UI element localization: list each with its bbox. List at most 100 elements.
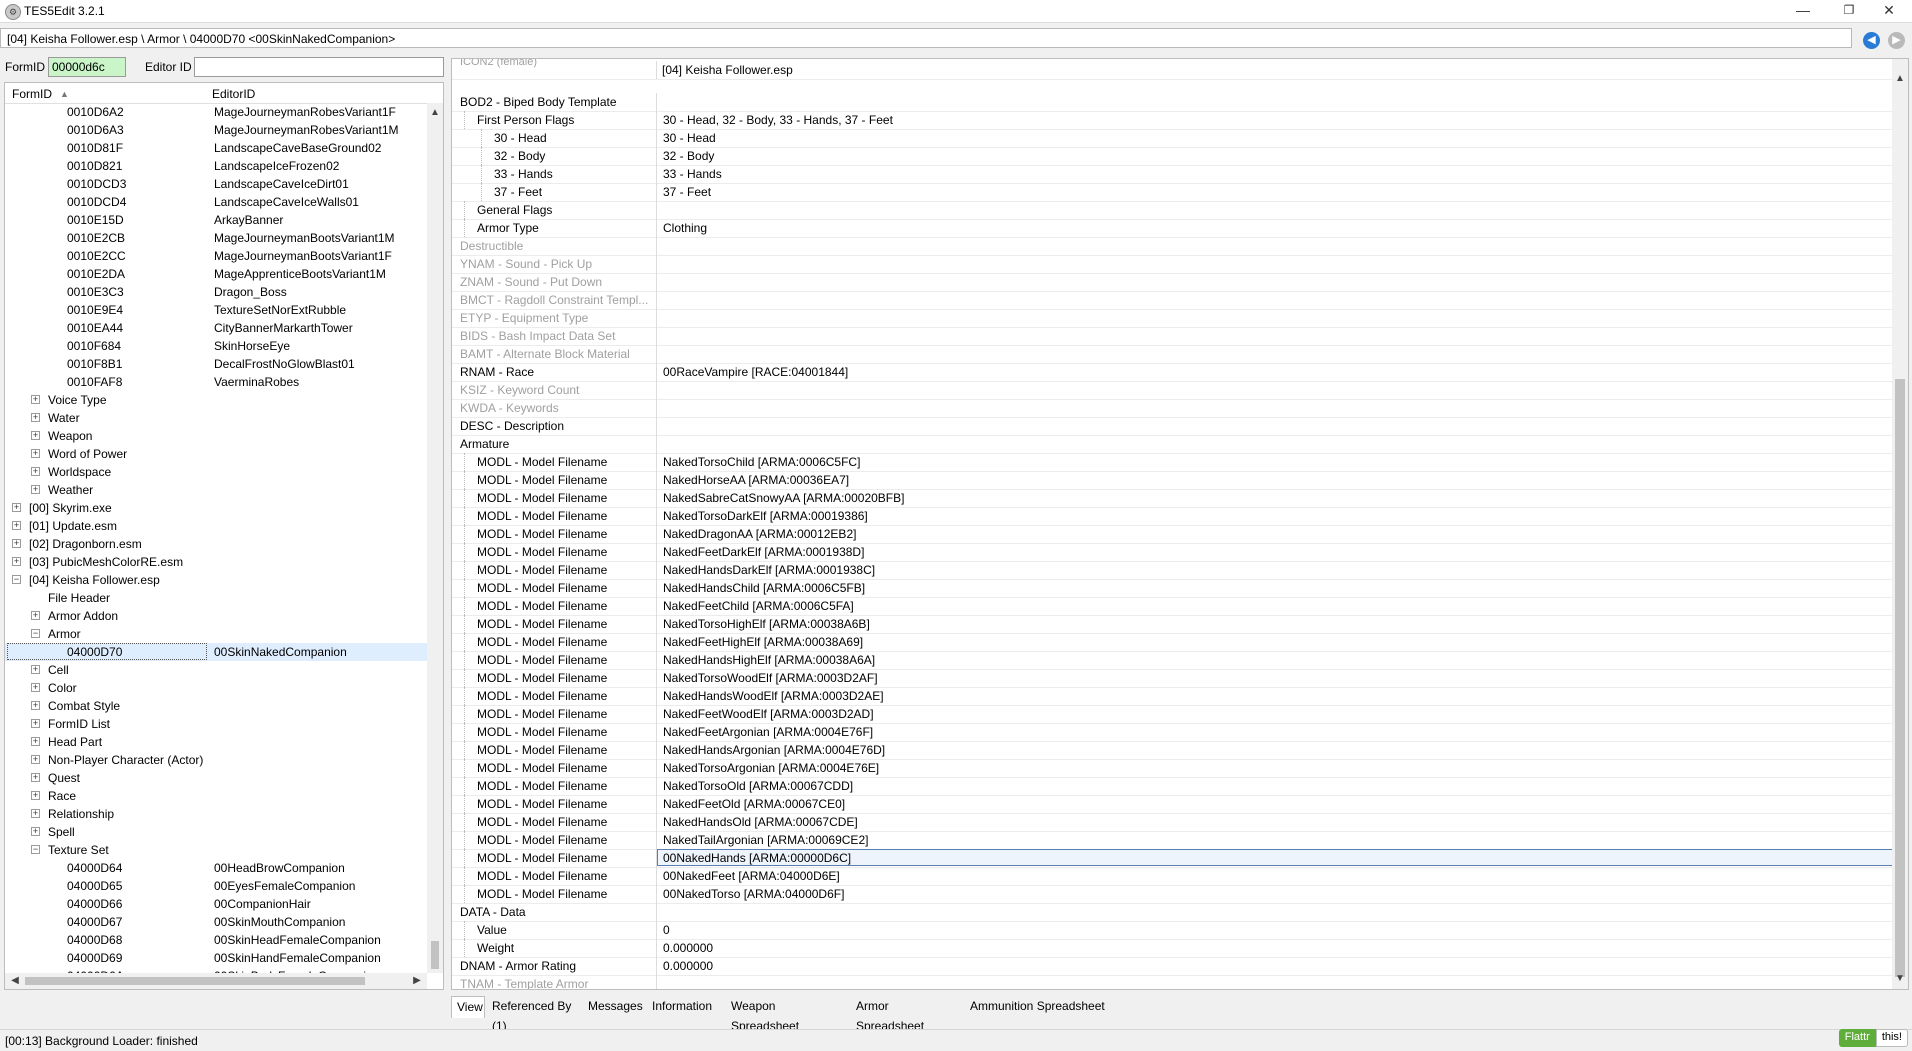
tab-messages[interactable]: Messages xyxy=(583,996,645,1018)
field-value[interactable]: NakedTorsoWoodElf [ARMA:0003D2AF] xyxy=(663,669,878,687)
tree-group-node[interactable]: + Water xyxy=(5,409,430,427)
field-value[interactable]: NakedHandsOld [ARMA:00067CDE] xyxy=(663,813,858,831)
field-value[interactable]: NakedTorsoArgonian [ARMA:0004E76E] xyxy=(663,759,879,777)
field-value[interactable]: NakedTorsoHighElf [ARMA:00038A6B] xyxy=(663,615,870,633)
record-field-row[interactable]: MODL - Model Filename NakedDragonAA [ARMA… xyxy=(452,525,1892,544)
tree-record-row[interactable]: 0010D6A3 MageJourneymanRobesVariant1M xyxy=(5,121,430,139)
field-value[interactable]: NakedFeetWoodElf [ARMA:0003D2AD] xyxy=(663,705,874,723)
record-field-row[interactable]: MODL - Model Filename NakedHorseAA [ARMA:… xyxy=(452,471,1892,490)
record-field-row[interactable]: Armature xyxy=(452,435,1892,454)
field-value[interactable]: 30 - Head, 32 - Body, 33 - Hands, 37 - F… xyxy=(663,111,893,129)
record-scroll-up-icon[interactable]: ▲ xyxy=(1892,73,1908,84)
record-field-row[interactable]: MODL - Model Filename NakedFeetOld [ARMA:… xyxy=(452,795,1892,814)
tab-information[interactable]: Information xyxy=(647,996,724,1018)
field-value[interactable]: 32 - Body xyxy=(663,147,714,165)
tree-group-node[interactable]: + Color xyxy=(5,679,430,697)
expand-icon[interactable]: + xyxy=(31,395,40,404)
field-value[interactable]: NakedTorsoChild [ARMA:0006C5FC] xyxy=(663,453,860,471)
expand-icon[interactable]: + xyxy=(31,611,40,620)
record-tree[interactable]: FormID ▲ EditorID 0010D6A2 MageJourneyman… xyxy=(4,82,444,990)
record-field-row[interactable]: YNAM - Sound - Pick Up xyxy=(452,255,1892,274)
tree-group-node[interactable]: + Weapon xyxy=(5,427,430,445)
scroll-right-icon[interactable]: ▶ xyxy=(409,975,425,986)
record-field-row[interactable]: MODL - Model Filename NakedSabreCatSnowyA… xyxy=(452,489,1892,508)
tree-record-row[interactable]: 0010FAF8 VaerminaRobes xyxy=(5,373,430,391)
tree-group-node[interactable]: + Worldspace xyxy=(5,463,430,481)
record-field-row[interactable]: MODL - Model Filename NakedFeetChild [ARM… xyxy=(452,597,1892,616)
record-field-row[interactable]: ZNAM - Sound - Put Down xyxy=(452,273,1892,292)
tree-plugin-node[interactable]: + [02] Dragonborn.esm xyxy=(5,535,430,553)
expand-icon[interactable]: + xyxy=(31,719,40,728)
record-field-row[interactable]: Weight 0.000000 xyxy=(452,939,1892,958)
tree-record-row[interactable]: 04000D69 00SkinHandFemaleCompanion xyxy=(5,949,430,967)
record-field-row[interactable]: MODL - Model Filename 00NakedHands [ARMA:… xyxy=(452,849,1894,868)
tree-plugin-node[interactable]: − [04] Keisha Follower.esp xyxy=(5,571,430,589)
tree-record-row[interactable]: 0010E9E4 TextureSetNorExtRubble xyxy=(5,301,430,319)
tab-referenced-by-1[interactable]: Referenced By (1) xyxy=(487,996,581,1033)
tree-hscrollbar[interactable]: ◀ ▶ xyxy=(5,973,427,989)
field-value[interactable]: NakedFeetHighElf [ARMA:00038A69] xyxy=(663,633,863,651)
scroll-thumb[interactable] xyxy=(431,941,439,969)
record-field-row[interactable]: Armor Type Clothing xyxy=(452,219,1892,238)
field-value[interactable]: NakedHorseAA [ARMA:00036EA7] xyxy=(663,471,849,489)
record-field-row[interactable]: KSIZ - Keyword Count xyxy=(452,381,1892,400)
tree-group-node[interactable]: + Quest xyxy=(5,769,430,787)
record-field-row[interactable]: MODL - Model Filename NakedTailArgonian [… xyxy=(452,831,1892,850)
expand-icon[interactable]: + xyxy=(31,827,40,836)
tree-record-row[interactable]: 0010D81F LandscapeCaveBaseGround02 xyxy=(5,139,430,157)
field-value[interactable]: 0.000000 xyxy=(663,957,713,975)
field-value[interactable]: NakedDragonAA [ARMA:00012EB2] xyxy=(663,525,856,543)
field-value[interactable]: Clothing xyxy=(663,219,707,237)
tree-record-row[interactable]: 0010E2CC MageJourneymanBootsVariant1F xyxy=(5,247,430,265)
tree-plugin-node[interactable]: + [00] Skyrim.exe xyxy=(5,499,430,517)
tree-group-node[interactable]: − Texture Set xyxy=(5,841,430,859)
record-field-row[interactable]: MODL - Model Filename NakedFeetWoodElf [A… xyxy=(452,705,1892,724)
tree-group-node[interactable]: + FormID List xyxy=(5,715,430,733)
record-field-row[interactable]: MODL - Model Filename NakedTorsoOld [ARMA… xyxy=(452,777,1892,796)
tab-armor-spreadsheet[interactable]: Armor Spreadsheet xyxy=(851,996,963,1033)
record-field-row[interactable]: DESC - Description xyxy=(452,417,1892,436)
expand-icon[interactable]: + xyxy=(14,989,19,990)
field-value[interactable]: 30 - Head xyxy=(663,129,716,147)
tree-group-node[interactable]: + Voice Type xyxy=(5,391,430,409)
collapse-icon[interactable]: − xyxy=(31,629,40,638)
field-value[interactable]: NakedTailArgonian [ARMA:00069CE2] xyxy=(663,831,868,849)
tree-record-row[interactable]: 04000D68 00SkinHeadFemaleCompanion xyxy=(5,931,430,949)
field-value[interactable]: NakedHandsWoodElf [ARMA:0003D2AE] xyxy=(663,687,884,705)
tree-record-row[interactable]: 04000D67 00SkinMouthCompanion xyxy=(5,913,430,931)
record-field-row[interactable]: MODL - Model Filename NakedHandsHighElf [… xyxy=(452,651,1892,670)
field-value[interactable]: 00NakedHands [ARMA:00000D6C] xyxy=(663,849,851,867)
record-field-row[interactable]: MODL - Model Filename NakedHandsArgonian … xyxy=(452,741,1892,760)
field-value[interactable]: NakedFeetChild [ARMA:0006C5FA] xyxy=(663,597,854,615)
tree-record-row[interactable]: 04000D65 00EyesFemaleCompanion xyxy=(5,877,430,895)
record-field-row[interactable]: General Flags xyxy=(452,201,1892,220)
record-field-row[interactable]: BIDS - Bash Impact Data Set xyxy=(452,327,1892,346)
record-field-row[interactable]: DNAM - Armor Rating 0.000000 xyxy=(452,957,1892,976)
record-field-row[interactable]: MODL - Model Filename NakedHandsWoodElf [… xyxy=(452,687,1892,706)
expand-icon[interactable]: + xyxy=(31,431,40,440)
tab-view[interactable]: View xyxy=(451,996,485,1018)
record-field-row[interactable]: MODL - Model Filename NakedHandsOld [ARMA… xyxy=(452,813,1892,832)
tree-group-node[interactable]: + Relationship xyxy=(5,805,430,823)
expand-icon[interactable]: + xyxy=(31,413,40,422)
tree-group-node[interactable]: + Race xyxy=(5,787,430,805)
expand-icon[interactable]: + xyxy=(31,701,40,710)
formid-input[interactable] xyxy=(48,57,126,77)
record-field-row[interactable]: 32 - Body 32 - Body xyxy=(452,147,1892,166)
scroll-up-icon[interactable]: ▲ xyxy=(427,107,443,118)
tree-record-row[interactable]: 0010F684 SkinHorseEye xyxy=(5,337,430,355)
expand-icon[interactable]: + xyxy=(31,791,40,800)
record-field-row[interactable]: MODL - Model Filename 00NakedTorso [ARMA:… xyxy=(452,885,1892,904)
collapse-icon[interactable]: − xyxy=(31,845,40,854)
record-field-row[interactable]: MODL - Model Filename NakedHandsChild [AR… xyxy=(452,579,1892,598)
tree-group-node[interactable]: + Weather xyxy=(5,481,430,499)
flattr-button[interactable]: Flattr this! xyxy=(1838,1029,1908,1047)
close-icon[interactable]: ✕ xyxy=(1866,0,1912,22)
field-value[interactable]: 0.000000 xyxy=(663,939,713,957)
record-field-row[interactable]: MODL - Model Filename NakedFeetArgonian [… xyxy=(452,723,1892,742)
column-editorid[interactable]: EditorID xyxy=(212,87,255,101)
field-value[interactable]: NakedHandsHighElf [ARMA:00038A6A] xyxy=(663,651,875,669)
tree-record-row[interactable]: 0010D6A2 MageJourneymanRobesVariant1F xyxy=(5,103,430,121)
field-value[interactable]: 0 xyxy=(663,921,670,939)
tree-group-node[interactable]: File Header xyxy=(5,589,430,607)
